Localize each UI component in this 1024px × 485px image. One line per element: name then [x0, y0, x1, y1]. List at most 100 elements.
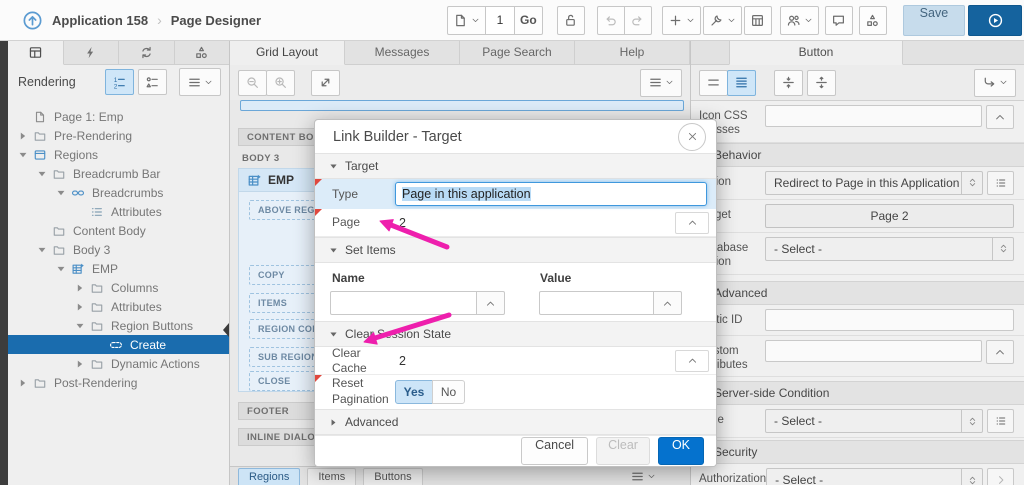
gallery-tab-regions[interactable]: Regions: [238, 468, 301, 485]
caret-right-icon[interactable]: [75, 302, 90, 312]
run-button[interactable]: [968, 4, 1023, 36]
layout-menu-button[interactable]: [640, 68, 682, 97]
tree-item-attributes[interactable]: Attributes: [8, 202, 229, 221]
tree-item-breadcrumb-bar[interactable]: Breadcrumb Bar: [8, 164, 229, 183]
caret-down-icon[interactable]: [18, 150, 33, 160]
tree-item-breadcrumbs[interactable]: Breadcrumbs: [8, 183, 229, 202]
section-set-items[interactable]: Set Items: [315, 237, 716, 263]
tree-item-attributes[interactable]: Attributes: [8, 297, 229, 316]
custom-attributes-lov-button[interactable]: [986, 339, 1014, 364]
tree-item-emp[interactable]: EMP: [8, 259, 229, 278]
dialog-close-button[interactable]: [678, 122, 706, 151]
tree-item-columns[interactable]: Columns: [8, 278, 229, 297]
gallery-tab-items[interactable]: Items: [307, 468, 357, 485]
calculator-button[interactable]: [743, 5, 772, 35]
item-name-lov-button[interactable]: [476, 291, 505, 315]
gallery-menu-button[interactable]: [626, 468, 660, 484]
action-list-button[interactable]: [987, 170, 1014, 195]
utilities-menu-button[interactable]: [702, 5, 742, 35]
ok-button[interactable]: OK: [657, 437, 704, 465]
authorization-scheme-select[interactable]: - Select -: [766, 468, 983, 485]
team-dev-button[interactable]: [779, 5, 819, 35]
target-button[interactable]: Page 2: [765, 203, 1014, 228]
lock-button[interactable]: [556, 5, 585, 35]
static-id-input[interactable]: [765, 308, 1014, 331]
section-clear-session-state[interactable]: Clear Session State: [315, 321, 716, 347]
section-target[interactable]: Target: [315, 153, 716, 179]
collapse-all-button[interactable]: [774, 69, 803, 96]
icon-css-classes-lov-button[interactable]: [986, 105, 1014, 129]
caret-right-icon[interactable]: [18, 378, 33, 388]
page-input[interactable]: 2: [395, 216, 675, 230]
caret-right-icon[interactable]: [18, 131, 33, 141]
breadcrumb-bar-region-box[interactable]: [240, 100, 684, 111]
tree-item-content-body[interactable]: Content Body: [8, 221, 229, 240]
section-security[interactable]: Security: [691, 440, 1024, 465]
type-select[interactable]: - Select -: [765, 409, 983, 434]
tab-rendering[interactable]: [8, 40, 64, 65]
item-name-input[interactable]: [330, 291, 477, 315]
shared-components-button[interactable]: [858, 5, 887, 35]
page-lov-button[interactable]: [675, 211, 709, 234]
cancel-button[interactable]: Cancel: [521, 437, 589, 465]
tab-page-search[interactable]: Page Search: [460, 40, 575, 64]
caret-right-icon[interactable]: [75, 359, 90, 369]
left-splitter-handle[interactable]: [223, 323, 229, 337]
database-action-select[interactable]: - Select -: [765, 236, 1014, 261]
tab-processing[interactable]: [119, 40, 175, 64]
gallery-tab-buttons[interactable]: Buttons: [363, 468, 423, 485]
tree-item-regions[interactable]: Regions: [8, 145, 229, 164]
section-advanced[interactable]: Advanced: [691, 280, 1024, 305]
tree-item-page-1-emp[interactable]: Page 1: Emp: [8, 107, 229, 126]
tab-help[interactable]: Help: [575, 40, 690, 64]
expand-all-button[interactable]: [807, 69, 836, 96]
custom-attributes-input[interactable]: [765, 339, 982, 362]
tab-grid-layout[interactable]: Grid Layout: [230, 40, 345, 65]
tab-messages[interactable]: Messages: [345, 40, 460, 64]
caret-right-icon[interactable]: [75, 283, 90, 293]
caret-down-icon[interactable]: [75, 321, 90, 331]
tree-item-region-buttons[interactable]: Region Buttons: [8, 316, 229, 335]
tab-shared-components[interactable]: [175, 40, 230, 64]
caret-down-icon[interactable]: [56, 188, 71, 198]
item-value-input[interactable]: [539, 291, 654, 315]
page-selector-button[interactable]: [447, 5, 486, 35]
collapsed-view-button[interactable]: [699, 69, 728, 96]
feedback-button[interactable]: [824, 5, 853, 35]
no-option[interactable]: No: [432, 380, 465, 404]
yes-option[interactable]: Yes: [395, 380, 433, 404]
type-combobox[interactable]: Page in this application: [395, 182, 707, 206]
redo-button[interactable]: [623, 5, 652, 35]
action-select[interactable]: Redirect to Page in this Application: [765, 170, 983, 195]
item-value-lov-button[interactable]: [653, 291, 682, 315]
expand-button[interactable]: [311, 69, 340, 96]
tree-item-pre-rendering[interactable]: Pre-Rendering: [8, 126, 229, 145]
section-advanced[interactable]: Advanced: [315, 409, 716, 435]
page-number-input[interactable]: 1: [485, 5, 515, 35]
section-server-side-condition[interactable]: Server-side Condition: [691, 381, 1024, 406]
breadcrumb-application[interactable]: Application 158: [52, 13, 148, 28]
tree-item-body-3[interactable]: Body 3: [8, 240, 229, 259]
tab-dynamic-actions[interactable]: [64, 40, 119, 64]
clear-cache-lov-button[interactable]: [675, 349, 709, 372]
expanded-view-button[interactable]: [727, 69, 756, 96]
clear-cache-input[interactable]: 2: [395, 354, 675, 368]
zoom-out-button[interactable]: [238, 69, 267, 96]
type-list-button[interactable]: [987, 409, 1014, 434]
up-level-icon[interactable]: [22, 10, 43, 31]
clear-button[interactable]: Clear: [596, 437, 650, 465]
authorization-scheme-go-button[interactable]: [987, 468, 1014, 485]
create-menu-button[interactable]: [661, 5, 701, 35]
caret-down-icon[interactable]: [56, 264, 71, 274]
go-to-menu-button[interactable]: [974, 68, 1016, 97]
save-button[interactable]: Save: [902, 4, 966, 36]
tab-button-properties[interactable]: Button: [729, 40, 903, 65]
tree-item-create[interactable]: Create: [8, 335, 229, 354]
zoom-in-button[interactable]: [266, 69, 295, 96]
order-by-type-button[interactable]: [138, 69, 167, 95]
tree-item-dynamic-actions[interactable]: Dynamic Actions: [8, 354, 229, 373]
undo-button[interactable]: [596, 5, 625, 35]
section-behavior[interactable]: Behavior: [691, 142, 1024, 167]
tree-item-post-rendering[interactable]: Post-Rendering: [8, 373, 229, 392]
tree-menu-button[interactable]: [179, 68, 221, 96]
